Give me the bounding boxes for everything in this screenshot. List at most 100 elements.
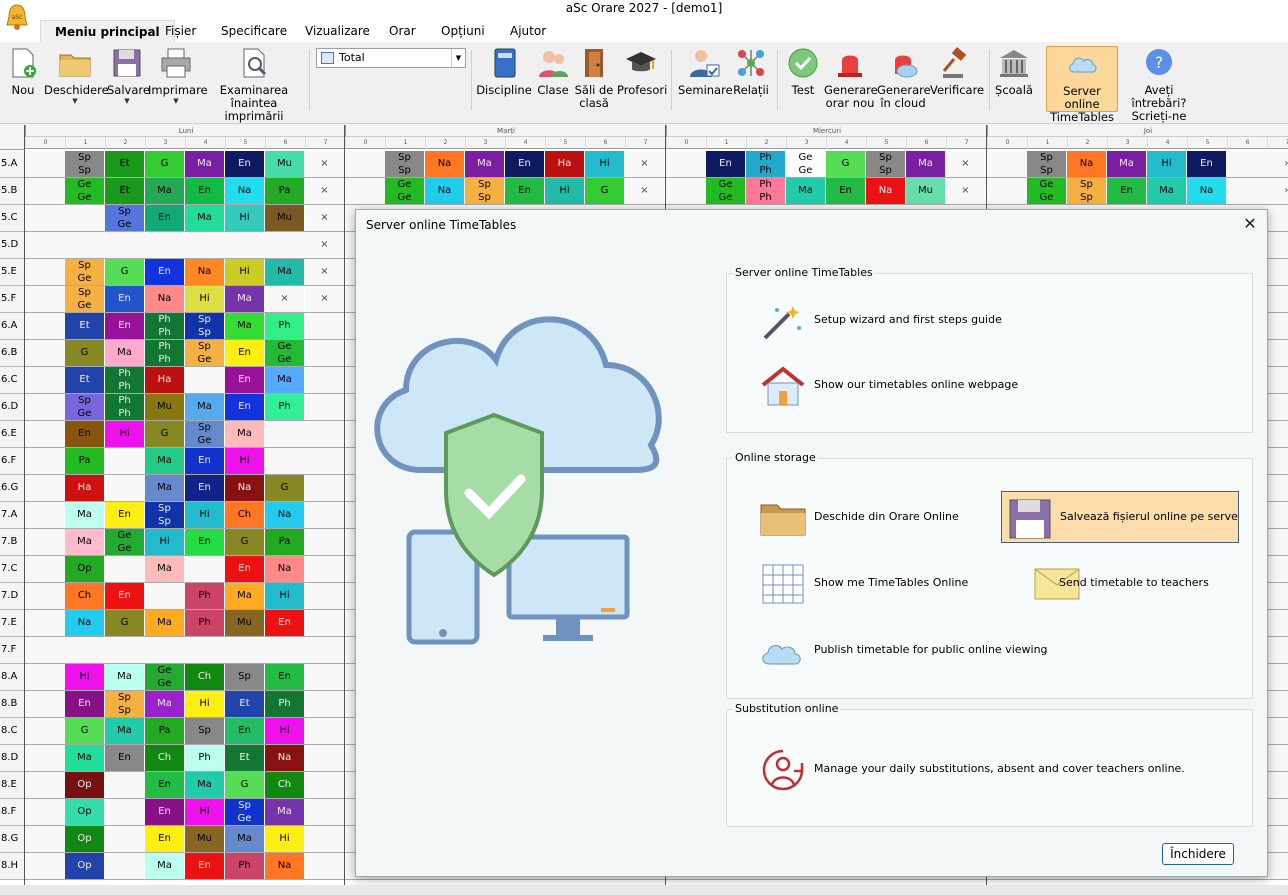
lesson-card[interactable]: Sp	[185, 718, 225, 744]
lesson-card[interactable]: Sp Sp	[65, 151, 105, 177]
lesson-card[interactable]: Ma	[145, 448, 185, 474]
lesson-card[interactable]: Ma	[225, 826, 265, 852]
classrooms-button[interactable]: Săli de clasă	[574, 46, 614, 110]
lesson-card[interactable]: En	[105, 583, 145, 609]
tab-fisier[interactable]: Fișier	[151, 20, 210, 42]
lesson-card[interactable]: Ge Ge	[786, 151, 826, 177]
lesson-card[interactable]: Sp Ge	[65, 259, 105, 285]
lesson-card[interactable]: Ge Ge	[105, 529, 145, 555]
lesson-card[interactable]: Et	[65, 367, 105, 393]
lesson-card[interactable]: Ge Ge	[385, 178, 425, 204]
lesson-card[interactable]: Hi	[185, 691, 225, 717]
lesson-card[interactable]: Na	[1067, 151, 1107, 177]
lesson-card[interactable]: Ph	[185, 745, 225, 771]
lesson-card[interactable]: Ma	[185, 205, 225, 231]
lesson-card[interactable]: Ma	[265, 799, 305, 825]
lesson-card[interactable]: Sp Sp	[385, 151, 425, 177]
lesson-card[interactable]: Sp	[225, 664, 265, 690]
empty-slot-marker[interactable]: ×	[305, 205, 345, 231]
class-row-label[interactable]: 7.E	[0, 610, 25, 637]
lesson-card[interactable]: Op	[65, 826, 105, 852]
class-row-label[interactable]: 8.H	[0, 853, 25, 880]
lesson-card[interactable]: En	[505, 151, 545, 177]
empty-slot-marker[interactable]: ×	[305, 232, 345, 258]
lesson-card[interactable]: Sp Ge	[65, 286, 105, 312]
class-row-label[interactable]: 5.B	[0, 178, 25, 205]
lesson-card[interactable]: Ge Ge	[145, 664, 185, 690]
lesson-card[interactable]: En	[185, 178, 225, 204]
lesson-card[interactable]: Ph Ph	[105, 394, 145, 420]
tab-orar[interactable]: Orar	[375, 20, 430, 42]
lesson-card[interactable]: En	[185, 475, 225, 501]
lesson-card[interactable]: Et	[105, 151, 145, 177]
lesson-card[interactable]: Ma	[65, 745, 105, 771]
lesson-card[interactable]: Na	[185, 259, 225, 285]
test-button[interactable]: Test	[786, 46, 820, 97]
empty-slot-marker[interactable]: ×	[305, 178, 345, 204]
lesson-card[interactable]: En	[105, 502, 145, 528]
lesson-card[interactable]: Et	[225, 745, 265, 771]
class-row-label[interactable]: 7.B	[0, 529, 25, 556]
lesson-card[interactable]: Na	[265, 853, 305, 879]
lesson-card[interactable]: Na	[1187, 178, 1227, 204]
lesson-card[interactable]: Na	[225, 475, 265, 501]
lesson-card[interactable]: En	[185, 529, 225, 555]
lesson-card[interactable]: Pa	[265, 529, 305, 555]
lesson-card[interactable]: Hi	[225, 205, 265, 231]
lesson-card[interactable]: Et	[105, 178, 145, 204]
lesson-card[interactable]: Ma	[65, 502, 105, 528]
lesson-card[interactable]: G	[585, 178, 625, 204]
class-row-label[interactable]: 5.A	[0, 151, 25, 178]
open-from-online-item[interactable]: Deschide din Orare Online	[727, 491, 997, 543]
lesson-card[interactable]: En	[145, 799, 185, 825]
lesson-card[interactable]: En	[265, 664, 305, 690]
class-row-label[interactable]: 8.F	[0, 799, 25, 826]
lesson-card[interactable]: En	[65, 421, 105, 447]
tab-specificare[interactable]: Specificare	[207, 20, 301, 42]
lesson-card[interactable]: Sp Sp	[185, 313, 225, 339]
lesson-card[interactable]: Mu	[225, 610, 265, 636]
setup-wizard-item[interactable]: Setup wizard and first steps guide	[727, 294, 1127, 346]
lesson-card[interactable]: En	[225, 151, 265, 177]
lesson-card[interactable]: En	[225, 367, 265, 393]
empty-slot-marker[interactable]: ×	[305, 259, 345, 285]
teachers-button[interactable]: Profesori	[617, 46, 667, 97]
empty-slot-marker[interactable]: ›	[1267, 151, 1288, 177]
lesson-card[interactable]: Na	[866, 178, 906, 204]
new-button[interactable]: Nou	[6, 46, 40, 97]
lesson-card[interactable]: En	[505, 178, 545, 204]
print-button[interactable]: Imprimare ▼	[148, 46, 208, 105]
lesson-card[interactable]: G	[65, 340, 105, 366]
lesson-card[interactable]: Et	[65, 313, 105, 339]
lesson-card[interactable]: Na	[145, 286, 185, 312]
lesson-card[interactable]: En	[105, 313, 145, 339]
lesson-card[interactable]: Ph Ph	[746, 178, 786, 204]
lesson-card[interactable]: Ha	[545, 151, 585, 177]
lesson-card[interactable]: Ph	[265, 313, 305, 339]
lesson-card[interactable]: Ma	[906, 151, 946, 177]
lesson-card[interactable]: Ma	[145, 610, 185, 636]
lesson-card[interactable]: Na	[265, 502, 305, 528]
classes-button[interactable]: Clase	[535, 46, 571, 97]
lesson-card[interactable]: En	[225, 394, 265, 420]
seminars-button[interactable]: Seminare	[678, 46, 733, 97]
lesson-card[interactable]: Hi	[1147, 151, 1187, 177]
class-row-label[interactable]: 7.F	[0, 637, 25, 664]
lesson-card[interactable]: Ph Ph	[746, 151, 786, 177]
class-row-label[interactable]: 5.F	[0, 286, 25, 313]
class-row-label[interactable]: 5.E	[0, 259, 25, 286]
lesson-card[interactable]: Sp Ge	[225, 799, 265, 825]
lesson-card[interactable]: Sp Ge	[105, 205, 145, 231]
lesson-card[interactable]: Op	[65, 772, 105, 798]
manage-substitutions-item[interactable]: Manage your daily substitutions, absent …	[727, 743, 1227, 795]
class-row-label[interactable]: 5.D	[0, 232, 25, 259]
lesson-card[interactable]: Ph Ph	[145, 313, 185, 339]
lesson-card[interactable]: Mu	[145, 394, 185, 420]
lesson-card[interactable]: Sp Ge	[65, 394, 105, 420]
lesson-card[interactable]: Ma	[265, 259, 305, 285]
lesson-card[interactable]: En	[105, 286, 145, 312]
lesson-card[interactable]: Ch	[145, 745, 185, 771]
lesson-card[interactable]: Ph	[185, 583, 225, 609]
lesson-card[interactable]: G	[105, 610, 145, 636]
class-row-label[interactable]: 6.A	[0, 313, 25, 340]
